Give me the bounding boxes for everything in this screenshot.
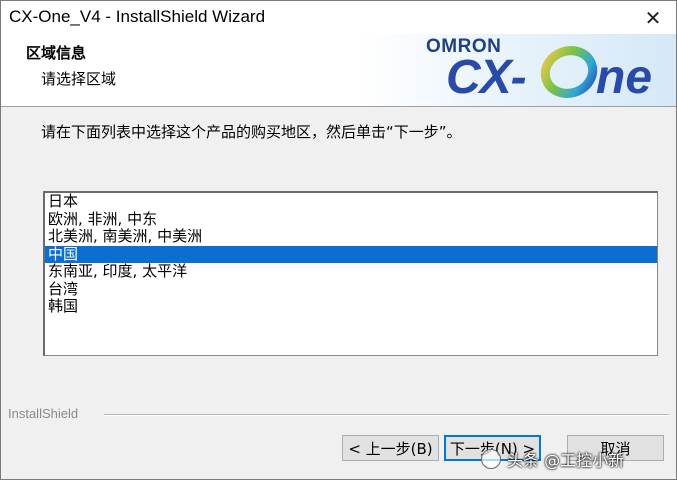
- region-listbox[interactable]: 日本 欧洲, 非洲, 中东 北美洲, 南美洲, 中美洲 中国 东南亚, 印度, …: [43, 191, 658, 356]
- region-item[interactable]: 韩国: [45, 297, 657, 316]
- watermark-icon: [481, 449, 501, 469]
- ne-logo-text: ne: [596, 51, 653, 104]
- region-item[interactable]: 日本: [45, 192, 657, 211]
- region-item[interactable]: 北美洲, 南美洲, 中美洲: [45, 227, 657, 246]
- window-title: CX-One_V4 - InstallShield Wizard: [9, 7, 266, 26]
- installshield-brand: InstallShield: [8, 406, 79, 421]
- page-subtitle: 请选择区域: [41, 70, 117, 88]
- region-item[interactable]: 台湾: [45, 280, 657, 299]
- region-item[interactable]: 欧洲, 非洲, 中东: [45, 210, 657, 229]
- instruction-text: 请在下面列表中选择这个产品的购买地区，然后单击“下一步”。: [41, 123, 462, 141]
- installshield-window: CX-One_V4 - InstallShield Wizard ✕ 区域信息 …: [0, 0, 677, 480]
- region-item[interactable]: 东南亚, 印度, 太平洋: [45, 262, 657, 281]
- back-button[interactable]: < 上一步(B): [342, 435, 439, 461]
- footer-divider: [104, 414, 669, 416]
- close-icon[interactable]: ✕: [630, 1, 676, 34]
- watermark-text: 头条 @工控小新: [507, 451, 625, 470]
- cx-logo-text: CX-: [446, 51, 527, 104]
- title-bar: CX-One_V4 - InstallShield Wizard ✕: [1, 1, 676, 34]
- one-ring-icon: [540, 46, 598, 98]
- wizard-header: 区域信息 请选择区域 OMRON CX- ne: [1, 34, 676, 107]
- page-title: 区域信息: [26, 44, 87, 62]
- cx-one-logo: OMRON CX- ne: [406, 34, 671, 106]
- watermark-overlay: 头条 @工控小新: [481, 442, 671, 476]
- region-item-selected[interactable]: 中国: [45, 245, 657, 263]
